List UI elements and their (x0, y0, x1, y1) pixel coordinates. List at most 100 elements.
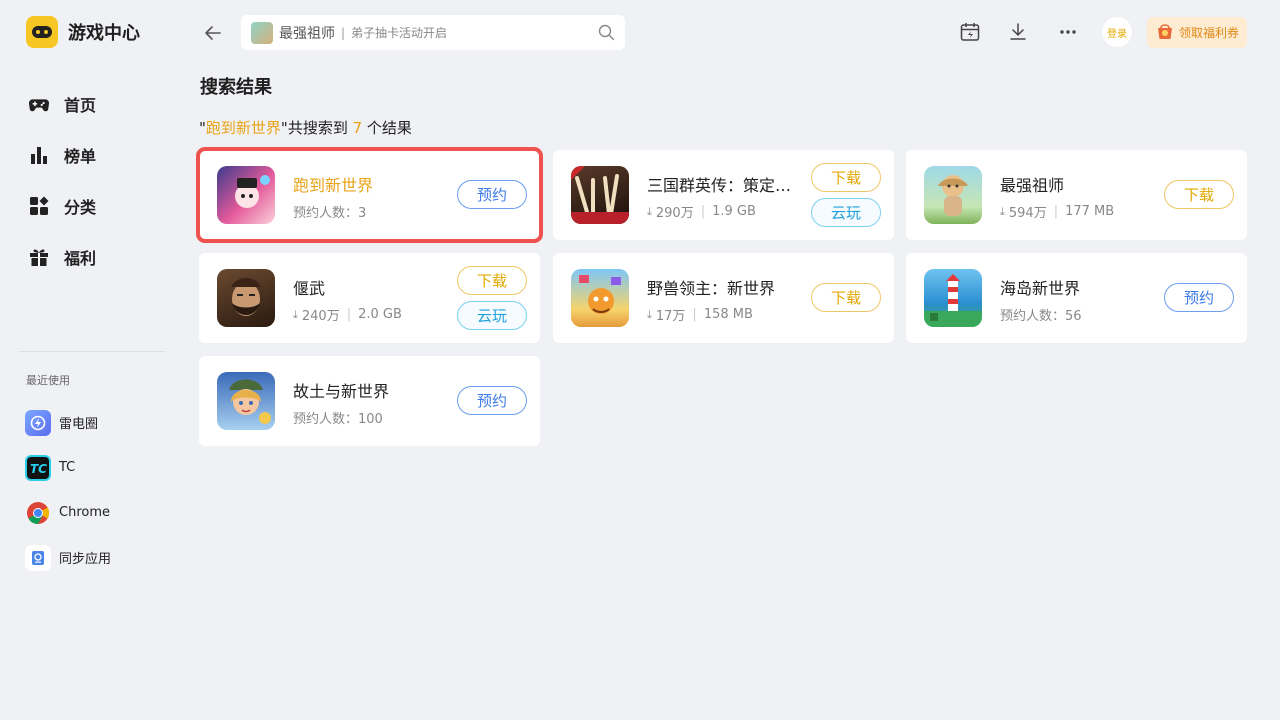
search-summary: "跑到新世界"共搜索到 7 个结果 (199, 119, 412, 137)
game-icon (217, 372, 275, 430)
recent-item-chrome[interactable]: Chrome (25, 490, 111, 535)
sync-app-icon (25, 544, 51, 571)
download-count: 594万 (1008, 206, 1047, 221)
game-name: 跑到新世界 (293, 176, 374, 195)
game-icon (924, 269, 982, 327)
recent-item-sync-app[interactable]: 同步应用 (25, 535, 111, 580)
recent-item-tc[interactable]: TC TC (25, 445, 111, 490)
arrow-left-icon (205, 26, 221, 40)
game-icon (571, 269, 629, 327)
game-name: 海岛新世界 (1000, 279, 1081, 298)
category-icon (28, 195, 50, 217)
sidebar-item-category[interactable]: 分类 (28, 180, 96, 231)
recent-title: 最近使用 (26, 374, 70, 387)
search-separator: | (341, 25, 346, 40)
download-button[interactable]: 下载 (457, 266, 527, 295)
gift-icon (28, 246, 50, 268)
result-card-gutu[interactable]: 故土与新世界 预约人数：100 预约 (199, 356, 540, 446)
result-card-paodao[interactable]: 跑到新世界 预约人数：3 预约 (196, 147, 543, 243)
sidebar-item-label: 福利 (64, 248, 97, 268)
game-name: 偃武 (293, 279, 326, 298)
sidebar-item-benefits[interactable]: 福利 (28, 231, 96, 282)
game-stats: ⤓ 240万 | 2.0 GB (293, 307, 402, 324)
gamepad-icon (28, 93, 50, 115)
search-suggestion-thumbnail (251, 21, 273, 44)
game-center-logo-icon (26, 16, 58, 48)
game-stats: ⤓ 290万 | 1.9 GB (647, 204, 756, 221)
cloud-play-button[interactable]: 云玩 (457, 301, 527, 330)
page-title: 搜索结果 (200, 77, 272, 98)
chart-icon (28, 144, 50, 166)
result-card-haidao[interactable]: 海岛新世界 预约人数：56 预约 (906, 253, 1247, 343)
calendar-icon[interactable] (959, 21, 981, 43)
result-card-zuishi[interactable]: 最强祖师 ⤓ 594万 | 177 MB 下载 (906, 150, 1247, 240)
file-size: 1.9 GB (712, 204, 756, 219)
game-icon (924, 166, 982, 224)
file-size: 177 MB (1065, 204, 1115, 219)
svg-text:TC: TC (30, 462, 47, 475)
file-size: 158 MB (703, 307, 753, 322)
more-icon[interactable] (1057, 21, 1079, 43)
download-count-icon: ⤓ (1000, 204, 1005, 218)
download-button[interactable]: 下载 (811, 283, 881, 312)
result-card-yanwu[interactable]: 偃武 ⤓ 240万 | 2.0 GB 下载 云玩 (199, 253, 540, 343)
result-count: 7 (352, 119, 363, 137)
game-stats: ⤓ 594万 | 177 MB (1000, 204, 1115, 221)
search-input[interactable]: 最强祖师 | 弟子抽卡活动开启 (241, 15, 625, 50)
tc-icon: TC (25, 454, 51, 481)
game-name: 野兽领主：新世界 (647, 279, 776, 298)
result-card-yeshou[interactable]: 野兽领主：新世界 ⤓ 17万 | 158 MB 下载 (553, 253, 894, 343)
game-stats: ⤓ 17万 | 158 MB (647, 307, 753, 324)
download-count-icon: ⤓ (647, 204, 652, 218)
recent-item-label: Chrome (59, 505, 110, 520)
sidebar-nav: 首页 榜单 分类 福利 (28, 78, 96, 282)
search-icon[interactable] (598, 24, 615, 41)
recent-item-leidian[interactable]: 雷电圈 (25, 400, 111, 445)
game-name: 最强祖师 (1000, 176, 1065, 195)
recent-item-label: 同步应用 (59, 552, 112, 567)
result-card-sanguo[interactable]: 三国群英传：策定九州 ⤓ 290万 | 1.9 GB 下载 云玩 (553, 150, 894, 240)
brand: 游戏中心 (26, 16, 140, 48)
search-query: 跑到新世界 (205, 119, 281, 137)
file-size: 2.0 GB (358, 307, 402, 322)
sidebar-item-label: 分类 (64, 197, 97, 217)
reservation-count: 预约人数：3 (293, 206, 367, 221)
download-count: 17万 (655, 309, 686, 324)
reserve-button[interactable]: 预约 (457, 180, 527, 209)
chrome-icon (25, 500, 51, 526)
coupon-label: 领取福利券 (1179, 26, 1240, 40)
login-button[interactable]: 登录 (1102, 17, 1132, 47)
sidebar: 游戏中心 首页 榜单 分类 福利 最近使用 雷电圈 TC TC Chrome 同… (0, 0, 185, 720)
back-button[interactable] (202, 22, 224, 44)
download-icon[interactable] (1007, 21, 1029, 43)
sidebar-item-rankings[interactable]: 榜单 (28, 129, 96, 180)
coupon-bag-icon (1154, 20, 1176, 46)
reserve-button[interactable]: 预约 (1164, 283, 1234, 312)
game-icon (217, 269, 275, 327)
game-icon (571, 166, 629, 224)
download-count: 240万 (301, 309, 340, 324)
recent-list: 雷电圈 TC TC Chrome 同步应用 (25, 400, 111, 580)
game-name: 故土与新世界 (293, 382, 390, 401)
sidebar-divider (19, 351, 165, 352)
reservation-count: 预约人数：56 (1000, 309, 1082, 324)
download-count-icon: ⤓ (647, 307, 652, 321)
game-name: 三国群英传：策定九州 (647, 176, 797, 195)
recent-item-label: 雷电圈 (59, 417, 99, 432)
reserve-button[interactable]: 预约 (457, 386, 527, 415)
claim-coupon-button[interactable]: 领取福利券 (1147, 17, 1247, 48)
sidebar-item-label: 榜单 (64, 146, 97, 166)
download-count-icon: ⤓ (293, 307, 298, 321)
sidebar-item-home[interactable]: 首页 (28, 78, 96, 129)
download-button[interactable]: 下载 (811, 163, 881, 192)
download-count: 290万 (655, 206, 694, 221)
download-button[interactable]: 下载 (1164, 180, 1234, 209)
recent-item-label: TC (59, 460, 76, 475)
game-icon (217, 166, 275, 224)
sidebar-item-label: 首页 (64, 95, 97, 115)
app-title: 游戏中心 (68, 23, 140, 44)
reservation-count: 预约人数：100 (293, 412, 383, 427)
cloud-play-button[interactable]: 云玩 (811, 198, 881, 227)
search-suggestion-title: 最强祖师 (279, 25, 335, 42)
leidian-icon (25, 409, 51, 436)
